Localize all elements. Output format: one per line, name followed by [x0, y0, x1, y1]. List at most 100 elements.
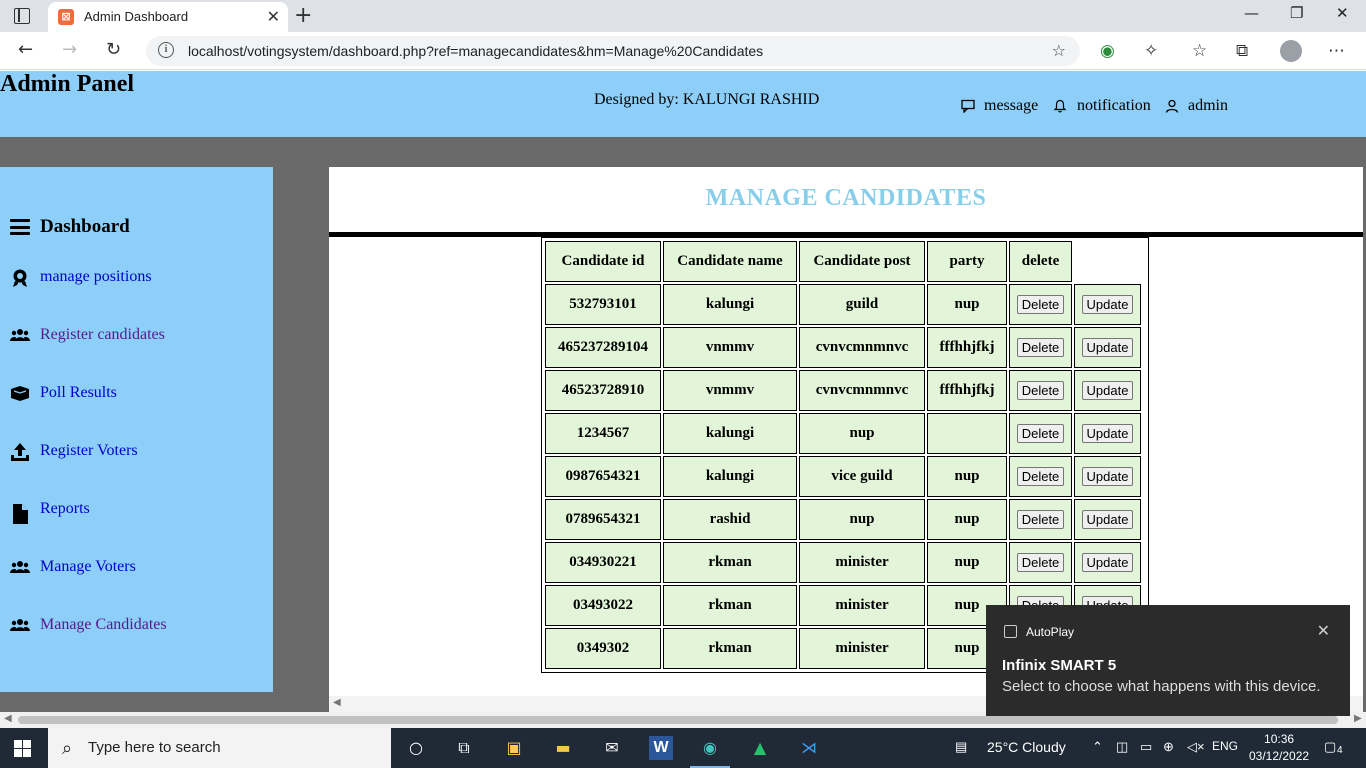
table-cell: 034930221	[545, 542, 661, 583]
table-cell: fffhhjfkj	[927, 370, 1007, 411]
favorites-icon[interactable]: ☆	[1192, 41, 1207, 61]
notifications-icon[interactable]: ▢	[1324, 739, 1336, 755]
store-icon[interactable]: ▣	[502, 736, 526, 760]
update-button[interactable]: Update	[1081, 381, 1134, 400]
update-button[interactable]: Update	[1081, 467, 1134, 486]
search-placeholder[interactable]: Type here to search	[88, 739, 221, 756]
scroll-left-arrow-icon[interactable]: ◀	[333, 697, 341, 708]
new-tab-icon[interactable]: +	[294, 3, 312, 28]
device-icon[interactable]: ◫	[1116, 739, 1128, 755]
sidebar-item-register-voters[interactable]: Register Voters	[0, 439, 273, 469]
column-header: party	[927, 241, 1007, 282]
browser-tab[interactable]: ⊠ Admin Dashboard ✕	[48, 2, 288, 32]
toast-app-name: AutoPlay	[1026, 625, 1075, 639]
vscode-icon[interactable]: ⋊	[797, 736, 821, 760]
battery-icon[interactable]: ▭	[1140, 739, 1152, 755]
sidebar-item-label[interactable]: manage positions	[40, 268, 152, 286]
toast-close-icon[interactable]: ✕	[1317, 621, 1330, 640]
site-info-icon[interactable]: i	[158, 42, 174, 58]
delete-cell: Delete	[1009, 456, 1072, 497]
extension-icon[interactable]: ◉	[1100, 41, 1115, 61]
update-button[interactable]: Update	[1081, 553, 1134, 572]
sidebar-item-label[interactable]: Reports	[40, 500, 90, 518]
weather-icon: ▤	[955, 739, 968, 754]
bell-icon[interactable]	[1053, 99, 1067, 113]
users-icon	[10, 329, 30, 341]
forward-icon[interactable]: →	[62, 39, 77, 60]
table-cell: cvnvcmnmnvc	[799, 370, 925, 411]
notification-link[interactable]: notification	[1077, 97, 1151, 115]
delete-cell: Delete	[1009, 370, 1072, 411]
table-cell: 0789654321	[545, 499, 661, 540]
update-button[interactable]: Update	[1081, 510, 1134, 529]
tab-actions-icon[interactable]	[14, 8, 30, 24]
app-triangle-icon[interactable]: ▲	[748, 736, 772, 760]
column-header: Candidate name	[663, 241, 797, 282]
menu-icon[interactable]	[10, 219, 30, 235]
tab-close-icon[interactable]: ✕	[267, 7, 280, 26]
delete-button[interactable]: Delete	[1016, 424, 1065, 443]
admin-link[interactable]: admin	[1188, 97, 1228, 115]
weather-text[interactable]: 25°C Cloudy	[987, 739, 1066, 755]
extensions-puzzle-icon[interactable]: ✧	[1144, 41, 1158, 61]
table-cell: 03493022	[545, 585, 661, 626]
update-button[interactable]: Update	[1081, 424, 1134, 443]
sidebar-item-manage-candidates[interactable]: Manage Candidates	[0, 613, 273, 643]
delete-button[interactable]: Delete	[1016, 467, 1065, 486]
sidebar-item-label[interactable]: Register candidates	[40, 326, 165, 344]
sidebar-item-manage-positions[interactable]: manage positions	[0, 265, 273, 295]
table-cell: 532793101	[545, 284, 661, 325]
table-cell: rashid	[663, 499, 797, 540]
table-cell: nup	[799, 499, 925, 540]
back-icon[interactable]: ←	[18, 39, 33, 60]
user-icon[interactable]	[1165, 99, 1179, 113]
url-text[interactable]: localhost/votingsystem/dashboard.php?ref…	[188, 43, 763, 59]
word-icon[interactable]: W	[649, 736, 673, 760]
taskbar-search[interactable]: ⌕ Type here to search	[48, 728, 391, 768]
collections-icon[interactable]: ⧉	[1236, 41, 1248, 61]
scroll-left-arrow-icon[interactable]: ◀	[4, 713, 12, 724]
message-link[interactable]: message	[984, 97, 1038, 115]
sidebar-item-reports[interactable]: Reports	[0, 497, 273, 527]
sidebar-item-label[interactable]: Manage Voters	[40, 558, 136, 576]
cortana-icon[interactable]: ○	[404, 736, 428, 760]
sidebar-item-label[interactable]: Poll Results	[40, 384, 117, 402]
add-favorite-icon[interactable]: ☆	[1052, 41, 1066, 60]
autoplay-notification[interactable]: AutoPlay ✕ Infinix SMART 5 Select to cho…	[986, 605, 1350, 716]
profile-avatar[interactable]	[1280, 40, 1302, 62]
network-icon[interactable]: ⊕	[1163, 739, 1174, 755]
message-icon[interactable]	[961, 99, 975, 113]
sidebar-item-poll-results[interactable]: Poll Results	[0, 381, 273, 411]
windows-start-icon[interactable]	[14, 740, 31, 757]
table-row: 465237289104 vnmmv cvnvcmnmnvc fffhhjfkj Del…	[545, 327, 1141, 368]
delete-button[interactable]: Delete	[1016, 338, 1065, 357]
delete-button[interactable]: Delete	[1016, 510, 1065, 529]
scroll-right-arrow-icon[interactable]: ▶	[1354, 713, 1362, 724]
volume-muted-icon[interactable]: ◁×	[1187, 739, 1205, 755]
maximize-icon[interactable]: ❐	[1290, 4, 1303, 22]
refresh-icon[interactable]: ↻	[106, 39, 121, 60]
clock[interactable]: 10:36 03/12/2022	[1249, 731, 1309, 765]
mail-icon[interactable]: ✉	[600, 736, 624, 760]
delete-button[interactable]: Delete	[1016, 381, 1065, 400]
file-explorer-icon[interactable]: ▬	[551, 736, 575, 760]
url-field[interactable]: i localhost/votingsystem/dashboard.php?r…	[146, 36, 1080, 66]
language-indicator[interactable]: ENG	[1212, 739, 1238, 753]
scrollbar-thumb[interactable]	[18, 716, 1338, 724]
update-button[interactable]: Update	[1081, 295, 1134, 314]
tray-chevron-icon[interactable]: ⌃	[1092, 739, 1103, 755]
minimize-icon[interactable]: —	[1244, 4, 1259, 22]
sidebar-item-register-candidates[interactable]: Register candidates	[0, 323, 273, 353]
edge-icon[interactable]: ◉	[698, 736, 722, 760]
sidebar-item-manage-voters[interactable]: Manage Voters	[0, 555, 273, 585]
sidebar-item-label[interactable]: Manage Candidates	[40, 616, 167, 634]
close-window-icon[interactable]: ✕	[1336, 4, 1349, 22]
task-view-icon[interactable]: ⧉	[452, 736, 476, 760]
sidebar-item-label[interactable]: Register Voters	[40, 442, 138, 460]
update-button[interactable]: Update	[1081, 338, 1134, 357]
more-menu-icon[interactable]: ⋯	[1328, 41, 1345, 61]
delete-cell: Delete	[1009, 499, 1072, 540]
table-cell: rkman	[663, 585, 797, 626]
delete-button[interactable]: Delete	[1016, 553, 1065, 572]
delete-button[interactable]: Delete	[1016, 295, 1065, 314]
